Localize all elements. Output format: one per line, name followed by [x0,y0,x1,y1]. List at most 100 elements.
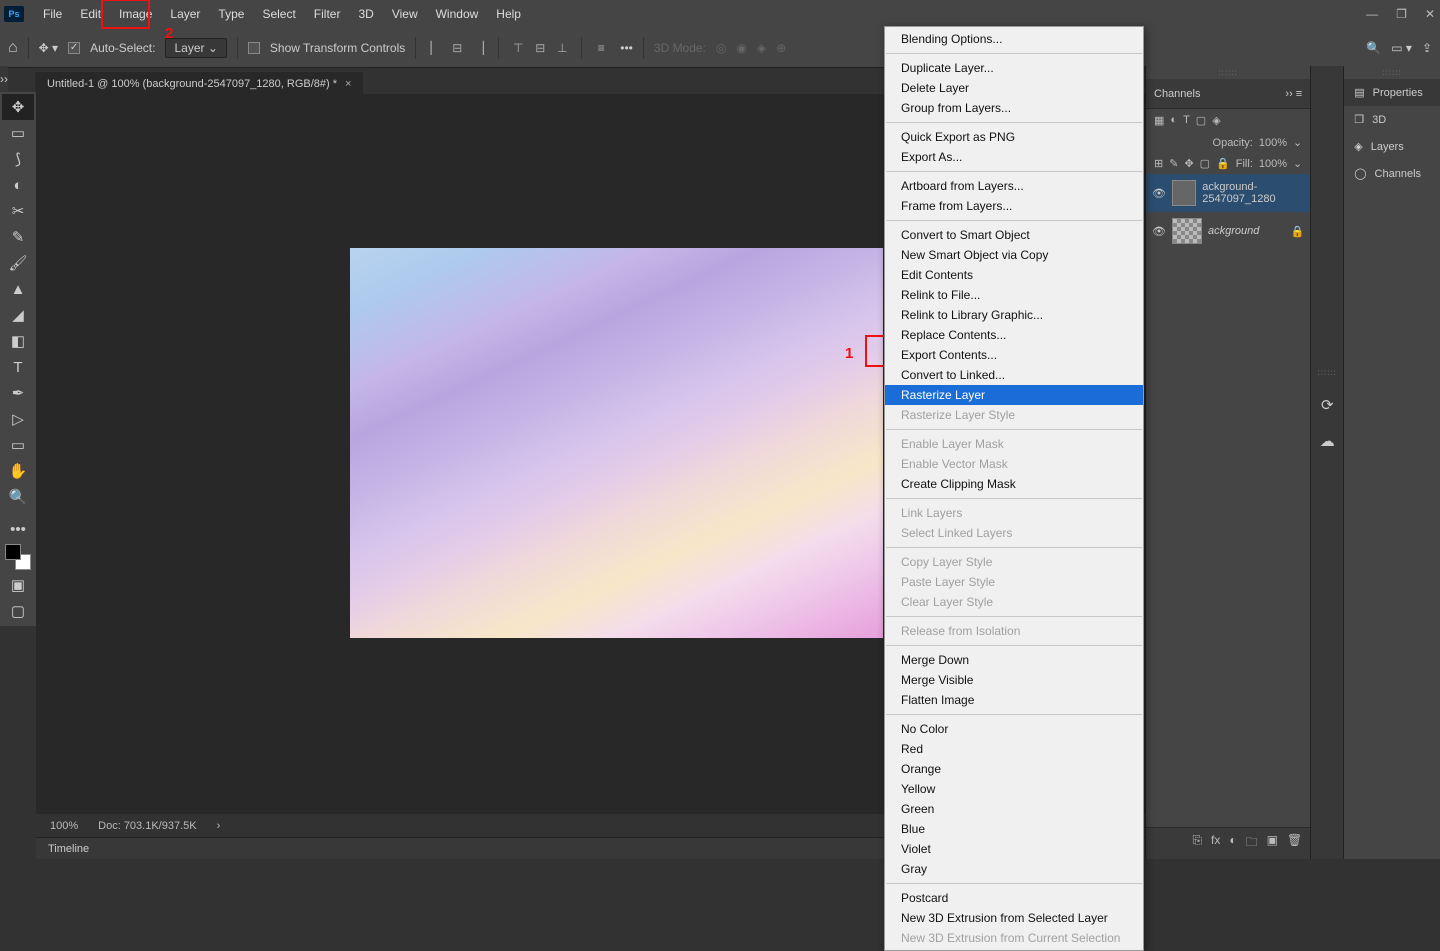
link-layers-icon[interactable]: ⎘ [1192,833,1202,854]
ctx-merge-visible[interactable]: Merge Visible [885,670,1143,690]
edit-toolbar-icon[interactable]: ••• [2,516,34,542]
gradient-tool[interactable]: ◢ [2,302,34,328]
lock-position-icon[interactable]: ✥ [1184,157,1193,170]
fill-value[interactable]: 100% [1259,158,1287,170]
ctx-export-contents[interactable]: Export Contents... [885,345,1143,365]
hand-tool[interactable]: ✋ [2,458,34,484]
ctx-green[interactable]: Green [885,799,1143,819]
layer-name[interactable]: ackground-2547097_1280 [1202,181,1304,205]
ctx-convert-to-smart-object[interactable]: Convert to Smart Object [885,225,1143,245]
align-vcenter-icon[interactable]: ⊟ [531,39,549,57]
layer-thumbnail[interactable] [1172,218,1202,244]
menu-layer[interactable]: Layer [161,2,209,26]
ctx-gray[interactable]: Gray [885,859,1143,879]
auto-select-target[interactable]: Layer ⌄ [165,38,226,58]
properties-tab[interactable]: ▤ Properties [1344,79,1440,106]
ctx-create-clipping-mask[interactable]: Create Clipping Mask [885,474,1143,494]
ctx-blending-options[interactable]: Blending Options... [885,29,1143,49]
ctx-orange[interactable]: Orange [885,759,1143,779]
search-icon[interactable]: 🔍 [1366,41,1381,55]
layer-fx-icon[interactable]: fx [1211,833,1220,854]
libraries-icon[interactable]: ☁ [1311,431,1343,451]
quick-select-tool[interactable]: ◐ [2,172,34,198]
lock-artboard-icon[interactable]: ▢ [1200,157,1210,170]
filter-smart-icon[interactable]: ◈ [1212,114,1220,127]
lock-transparency-icon[interactable]: ⊞ [1154,157,1163,170]
channels-panel-tab[interactable]: Channels ›› ≡ [1146,79,1310,109]
ctx-blue[interactable]: Blue [885,819,1143,839]
menu-image[interactable]: Image [110,2,161,26]
maximize-icon[interactable]: ❐ [1396,7,1407,21]
align-right-icon[interactable]: ▕ [470,39,488,57]
minimize-icon[interactable]: — [1366,7,1378,21]
channels-tab[interactable]: ◯ Channels [1344,160,1440,187]
ctx-edit-contents[interactable]: Edit Contents [885,265,1143,285]
document-tab[interactable]: Untitled-1 @ 100% (background-2547097_12… [35,71,363,96]
screenmode-tool[interactable]: ▢ [2,598,34,624]
clone-stamp-tool[interactable]: ▲ [2,276,34,302]
ctx-replace-contents[interactable]: Replace Contents... [885,325,1143,345]
path-select-tool[interactable]: ▷ [2,406,34,432]
move-tool-icon[interactable]: ✥ ▾ [39,41,58,55]
menu-file[interactable]: File [34,2,71,26]
panel-expand-icon[interactable]: ›› ≡ [1285,88,1302,100]
close-icon[interactable]: ✕ [1425,7,1435,21]
layer-name[interactable]: ackground [1208,225,1259,237]
ctx-group-from-layers[interactable]: Group from Layers... [885,98,1143,118]
layer-mask-icon[interactable]: ◐ [1229,833,1236,854]
layer-row[interactable]: 👁 ackground 🔒 [1146,212,1310,250]
lock-pixels-icon[interactable]: ✎ [1169,157,1178,170]
doc-size-readout[interactable]: Doc: 703.1K/937.5K [98,820,196,832]
filter-adjust-icon[interactable]: ◐ [1170,114,1177,127]
crop-tool[interactable]: ✂ [2,198,34,224]
ctx-artboard-from-layers[interactable]: Artboard from Layers... [885,176,1143,196]
ctx-new-smart-object-via-copy[interactable]: New Smart Object via Copy [885,245,1143,265]
menu-window[interactable]: Window [427,2,488,26]
type-tool[interactable]: T [2,354,34,380]
status-arrow-icon[interactable]: › [217,820,221,832]
auto-select-checkbox[interactable] [68,42,80,54]
workspace-icon[interactable]: ▭ ▾ [1391,41,1412,55]
visibility-icon[interactable]: 👁 [1152,187,1166,200]
ctx-duplicate-layer[interactable]: Duplicate Layer... [885,58,1143,78]
ctx-postcard[interactable]: Postcard [885,888,1143,908]
ctx-new-3d-extrusion-from-selected-layer[interactable]: New 3D Extrusion from Selected Layer [885,908,1143,928]
ctx-red[interactable]: Red [885,739,1143,759]
align-hcenter-icon[interactable]: ⊟ [448,39,466,57]
filter-type-icon[interactable]: T [1183,114,1190,127]
dock-handle[interactable]: ›› [0,66,8,92]
ctx-frame-from-layers[interactable]: Frame from Layers... [885,196,1143,216]
layer-thumbnail[interactable] [1172,180,1196,206]
brush-tool[interactable]: 🖌 [2,250,34,276]
more-options-icon[interactable]: ••• [620,41,633,55]
ctx-convert-to-linked[interactable]: Convert to Linked... [885,365,1143,385]
3d-tab[interactable]: ❒ 3D [1344,106,1440,133]
quickmask-tool[interactable]: ▣ [2,572,34,598]
panel-grip3[interactable]: :::::: [1344,66,1440,79]
align-bottom-icon[interactable]: ⊥ [553,39,571,57]
color-swatches[interactable] [5,544,31,570]
eraser-tool[interactable]: ◧ [2,328,34,354]
menu-filter[interactable]: Filter [305,2,350,26]
delete-layer-icon[interactable]: 🗑 [1287,833,1302,854]
filter-pixel-icon[interactable]: ▦ [1154,114,1164,127]
align-top-icon[interactable]: ⊤ [509,39,527,57]
panel-grip[interactable]: :::::: [1146,66,1310,79]
eyedropper-tool[interactable]: ✎ [2,224,34,250]
ctx-relink-to-file[interactable]: Relink to File... [885,285,1143,305]
ctx-flatten-image[interactable]: Flatten Image [885,690,1143,710]
visibility-icon[interactable]: 👁 [1152,225,1166,238]
home-icon[interactable]: ⌂ [8,39,18,57]
layer-row[interactable]: 👁 ackground-2547097_1280 [1146,174,1310,212]
ctx-relink-to-library-graphic[interactable]: Relink to Library Graphic... [885,305,1143,325]
filter-shape-icon[interactable]: ▢ [1196,114,1206,127]
move-tool[interactable]: ✥ [2,94,34,120]
shape-tool[interactable]: ▭ [2,432,34,458]
lock-all-icon[interactable]: 🔒 [1216,157,1230,170]
menu-3d[interactable]: 3D [349,2,382,26]
distribute-icon[interactable]: ≡ [592,39,610,57]
menu-edit[interactable]: Edit [71,2,110,26]
new-group-icon[interactable]: 🗀 [1246,833,1258,854]
lasso-tool[interactable]: ⟆ [2,146,34,172]
ctx-delete-layer[interactable]: Delete Layer [885,78,1143,98]
